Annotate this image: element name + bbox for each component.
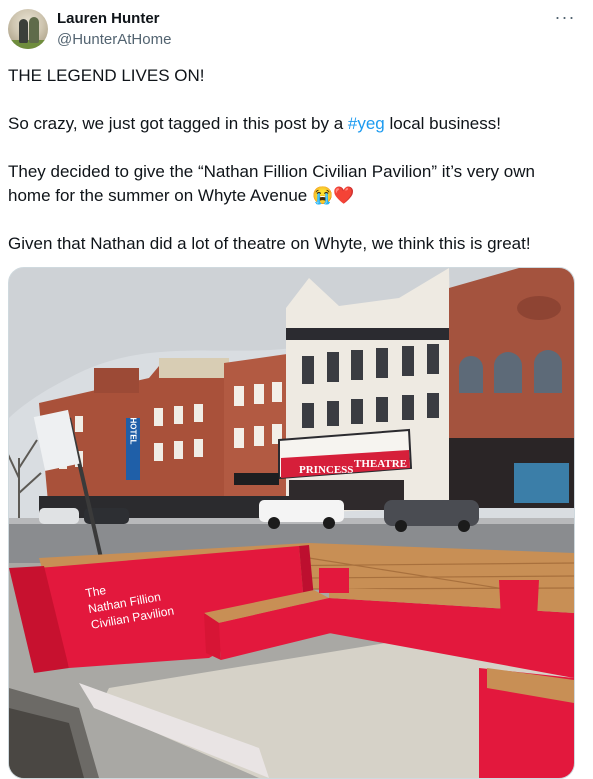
author-name[interactable]: Lauren Hunter: [57, 10, 160, 27]
tweet-text-line-2: So crazy, we just got tagged in this pos…: [8, 112, 568, 136]
tweet-text-segment: local business!: [384, 114, 501, 133]
tweet-header: Lauren Hunter @HunterAtHome ···: [0, 0, 593, 60]
marquee-theatre: THEATRE: [354, 458, 407, 470]
tweet-text-segment: home for the summer on Whyte Avenue: [8, 186, 312, 205]
tweet-card: Lauren Hunter @HunterAtHome ··· THE LEGE…: [0, 0, 593, 779]
red-heart-emoji-icon: ❤️: [333, 186, 355, 205]
hashtag-link[interactable]: #yeg: [348, 114, 385, 133]
tweet-text-line-1: THE LEGEND LIVES ON!: [8, 66, 205, 85]
marquee-princess: PRINCESS: [299, 464, 353, 476]
hotel-sign: HOTEL: [129, 417, 138, 444]
tweet-text-segment: So crazy, we just got tagged in this pos…: [8, 114, 348, 133]
crying-face-emoji-icon: 😭: [311, 186, 334, 205]
tweet-text-line-4: home for the summer on Whyte Avenue 😭❤️: [8, 184, 568, 208]
tweet-photo[interactable]: HOTEL PRINCESS THEATRE The Nathan Fillio…: [8, 267, 575, 779]
street-scene-image: HOTEL PRINCESS THEATRE The Nathan Fillio…: [9, 268, 574, 778]
more-options-icon[interactable]: ···: [553, 7, 577, 31]
tweet-text-line-3: They decided to give the “Nathan Fillion…: [8, 162, 535, 181]
tweet-text-line-5: Given that Nathan did a lot of theatre o…: [8, 234, 531, 253]
author-handle[interactable]: @HunterAtHome: [57, 31, 171, 48]
avatar[interactable]: [8, 9, 48, 49]
